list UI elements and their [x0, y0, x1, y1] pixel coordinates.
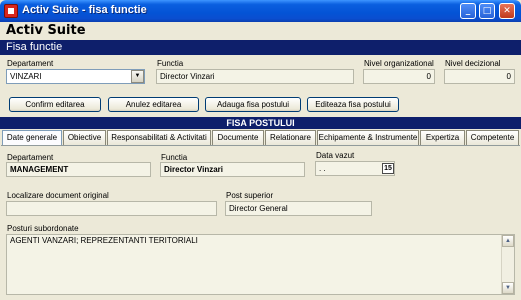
confirm-edit-button[interactable]: Confirm editarea — [9, 97, 101, 112]
nivel-organizational-field[interactable]: 0 — [363, 69, 435, 84]
tab-expertiza[interactable]: Expertiza — [420, 130, 465, 145]
form-title-banner — [0, 40, 521, 55]
tab-relationare[interactable]: Relationare — [265, 130, 316, 145]
edit-job-sheet-button[interactable]: Editeaza fisa postului — [307, 97, 399, 112]
scroll-down-icon[interactable]: ▼ — [502, 282, 514, 294]
localizare-label: Localizare document original — [7, 191, 109, 200]
app-icon — [4, 4, 18, 18]
nivel-decizional-label: Nivel decizional — [445, 59, 501, 68]
window-title: Activ Suite - fisa functie — [22, 4, 147, 16]
form-title: Fisa functie — [6, 41, 63, 53]
detail-departament-field[interactable]: MANAGEMENT — [6, 162, 151, 177]
posturi-subordonate-text: AGENTI VANZARI; REPREZENTANTI TERITORIAL… — [10, 236, 198, 245]
calendar-icon[interactable]: 15 — [382, 163, 394, 174]
detail-functia-field[interactable]: Director Vinzari — [160, 162, 305, 177]
functia-label: Functia — [157, 59, 184, 68]
functia-field[interactable]: Director Vinzari — [156, 69, 354, 84]
nivel-decizional-field[interactable]: 0 — [444, 69, 515, 84]
cancel-edit-button[interactable]: Anulez editarea — [108, 97, 199, 112]
tab-date-generale[interactable]: Date generale — [2, 130, 62, 146]
posturi-subordonate-label: Posturi subordonate — [7, 224, 79, 233]
minimize-button[interactable]: _ — [460, 3, 476, 19]
add-job-sheet-button[interactable]: Adauga fisa postului — [205, 97, 301, 112]
app-name: Activ Suite — [6, 23, 86, 38]
data-vazut-label: Data vazut — [316, 151, 355, 160]
departament-select[interactable]: VINZARI — [6, 69, 145, 84]
tab-obiective[interactable]: Obiective — [63, 130, 106, 145]
localizare-field[interactable] — [6, 201, 217, 216]
section-title: FISA POSTULUI — [226, 118, 295, 128]
dropdown-arrow-icon[interactable]: ▼ — [131, 70, 144, 83]
post-superior-label: Post superior — [226, 191, 274, 200]
scroll-up-icon[interactable]: ▲ — [502, 235, 514, 247]
close-button[interactable]: ✕ — [499, 3, 515, 19]
maximize-button[interactable]: □ — [479, 3, 495, 19]
tab-documente[interactable]: Documente — [212, 130, 264, 145]
tab-competente[interactable]: Competente — [466, 130, 519, 145]
nivel-organizational-label: Nivel organizational — [364, 59, 434, 68]
post-superior-field[interactable]: Director General — [225, 201, 372, 216]
tab-responsabilitati[interactable]: Responsabilitati & Activitati — [107, 130, 211, 145]
departament-label: Departament — [7, 59, 54, 68]
tab-echipamente[interactable]: Echipamente & Instrumente — [317, 130, 419, 145]
